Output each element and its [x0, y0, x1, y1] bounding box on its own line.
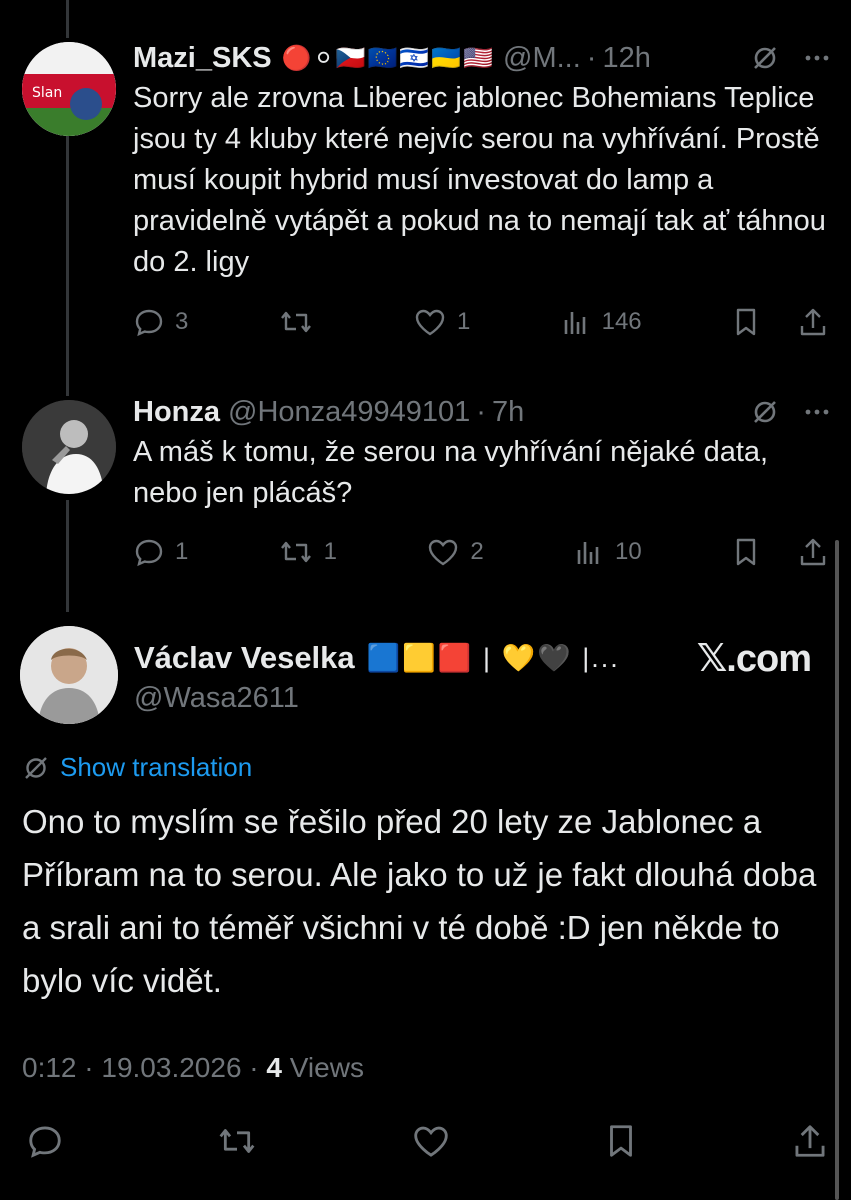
bookmark-icon[interactable]	[731, 536, 761, 568]
scrollbar[interactable]	[835, 540, 839, 1200]
timestamp[interactable]: 0:12 · 19.03.2026 ·	[22, 1052, 259, 1083]
x-brand-logo: 𝕏.com	[696, 638, 812, 680]
thread-line-top	[66, 0, 69, 38]
bookmark-icon[interactable]	[603, 1122, 639, 1160]
separator-dot: ·	[476, 395, 486, 428]
reply-icon	[135, 539, 163, 567]
grok-icon[interactable]	[751, 44, 779, 72]
tweet-1-actions: 3 1 146	[133, 306, 829, 338]
heart-icon	[415, 309, 445, 336]
bookmark-icon[interactable]	[731, 306, 761, 338]
more-icon[interactable]	[803, 44, 831, 72]
avatar-mazi-sks[interactable]: Slan	[22, 42, 116, 136]
thread-line-1	[66, 118, 69, 396]
translate-icon	[25, 756, 47, 779]
name-emoji: 🔴⚪🇨🇿🇪🇺🇮🇱🇺🇦🇺🇸	[281, 44, 496, 72]
like-button[interactable]: 2	[426, 536, 484, 568]
name-emoji: 🟦🟨🟥 | 💛🖤 |...	[366, 643, 620, 673]
repost-button[interactable]: 1	[278, 536, 337, 568]
avatar-honza[interactable]	[22, 400, 116, 494]
share-icon[interactable]	[797, 536, 829, 568]
share-icon[interactable]	[791, 1122, 829, 1160]
share-icon[interactable]	[797, 306, 829, 338]
repost-button[interactable]	[278, 306, 324, 338]
tweet-text: A máš k tomu, že serou na vyhřívání něja…	[133, 436, 769, 509]
grok-icon[interactable]	[751, 398, 779, 426]
show-translation-button[interactable]: Show translation	[22, 752, 252, 783]
repost-count: 1	[323, 538, 338, 565]
heart-icon	[429, 539, 458, 566]
views-label: Views	[289, 1052, 364, 1083]
like-count: 1	[456, 308, 471, 335]
tweet-meta: 0:12 · 19.03.2026 · 4 Views	[22, 1052, 364, 1084]
author-name[interactable]: Mazi_SKS	[133, 42, 272, 75]
main-tweet-text: Ono to myslím se řešilo před 20 lety ze …	[22, 803, 817, 999]
thread-line-2	[66, 500, 69, 612]
views-button[interactable]: 146	[560, 306, 642, 338]
tweet-text: Sorry ale zrovna Liberec jablonec Bohemi…	[133, 82, 826, 278]
main-author-handle[interactable]: @Wasa2611	[134, 682, 620, 715]
reply-icon[interactable]	[26, 1122, 64, 1160]
author-handle[interactable]: @Honza49949101	[228, 396, 470, 429]
svg-text:Slan: Slan	[32, 85, 62, 101]
reply-icon	[135, 309, 163, 337]
tweet-time[interactable]: 7h	[492, 396, 524, 429]
tweet-2[interactable]: Honza @Honza49949101 · 7h A máš k tomu, …	[133, 392, 831, 514]
reply-button[interactable]: 3	[133, 306, 188, 338]
tweet-1[interactable]: Mazi_SKS 🔴⚪🇨🇿🇪🇺🇮🇱🇺🇦🇺🇸 @M... · 12h Sorry …	[133, 38, 831, 283]
show-translation-label: Show translation	[60, 752, 253, 782]
main-author[interactable]: Václav Veselka 🟦🟨🟥 | 💛🖤 |... @Wasa2611	[134, 636, 620, 715]
avatar-vaclav-veselka[interactable]	[20, 626, 118, 724]
reply-count: 1	[175, 538, 189, 565]
repost-icon	[280, 311, 311, 333]
repost-icon[interactable]	[216, 1122, 258, 1160]
more-icon[interactable]	[803, 398, 831, 426]
view-count: 10	[614, 538, 642, 565]
main-author-name[interactable]: Václav Veselka	[134, 640, 355, 676]
tweet-time[interactable]: 12h	[602, 42, 650, 75]
tweet-2-actions: 1 1 2 10	[133, 536, 829, 568]
author-handle[interactable]: @M...	[503, 42, 581, 75]
reply-button[interactable]: 1	[133, 536, 188, 568]
views-icon	[564, 312, 585, 334]
view-count: 146	[601, 308, 642, 335]
views-icon	[577, 542, 599, 564]
separator-dot: ·	[586, 41, 597, 74]
heart-icon[interactable]	[411, 1122, 451, 1160]
reply-count: 3	[175, 308, 189, 335]
like-count: 2	[470, 538, 484, 565]
views-button[interactable]: 10	[573, 536, 642, 568]
main-tweet-actions	[26, 1122, 829, 1160]
like-button[interactable]: 1	[413, 306, 470, 338]
author-name[interactable]: Honza	[133, 396, 220, 429]
repost-icon	[280, 541, 311, 563]
views-count: 4	[266, 1052, 282, 1083]
